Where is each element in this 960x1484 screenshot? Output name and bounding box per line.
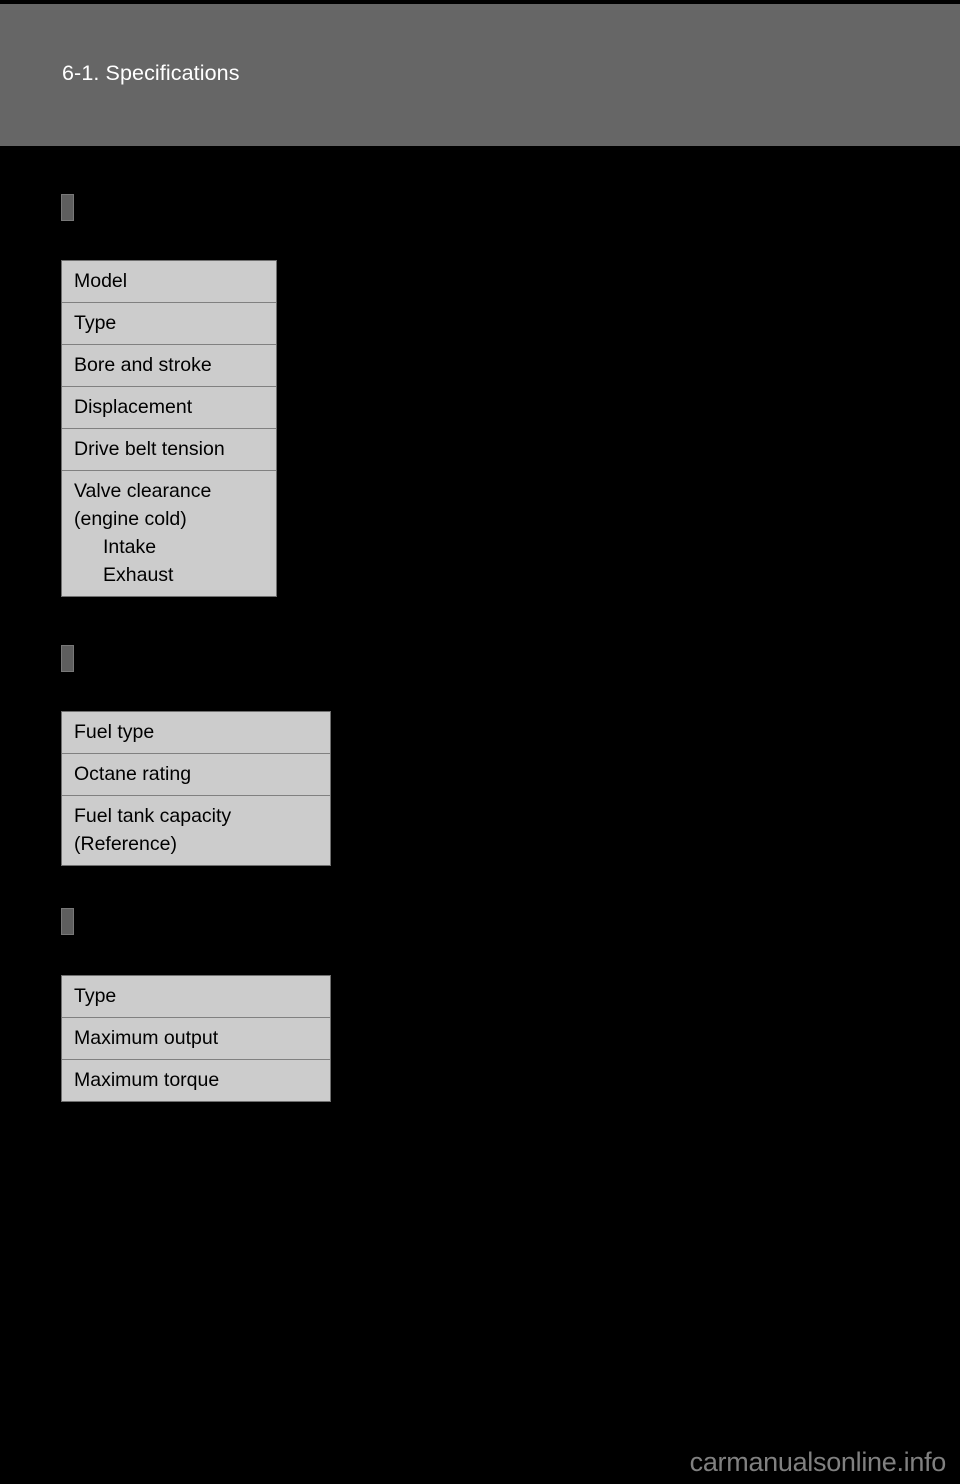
spec-row: Displacement (62, 387, 276, 429)
spec-label: Type (74, 985, 117, 1007)
spec-label: Fuel tank capacity (74, 805, 232, 827)
section-marker-fuel (61, 645, 74, 672)
spec-row: Drive belt tension (62, 429, 276, 471)
spec-row: Octane rating (62, 754, 330, 796)
spec-row: Type (62, 303, 276, 345)
section-marker-engine (61, 194, 74, 221)
page-header-band: 6-1. Specifications (0, 4, 960, 146)
spec-sub-label: Intake (103, 536, 157, 558)
section-marker-motor (61, 908, 74, 935)
spec-row: Fuel tank capacity (Reference) (62, 796, 330, 865)
spec-label: (engine cold) (74, 508, 187, 530)
spec-table-motor: Type Maximum output Maximum torque (61, 975, 331, 1102)
spec-label: Maximum torque (74, 1069, 220, 1091)
document-page: 6-1. Specifications Model Type Bore and st… (0, 0, 960, 1484)
page-title: 6-1. Specifications (62, 61, 240, 85)
spec-label: Type (74, 312, 117, 334)
spec-table-fuel: Fuel type Octane rating Fuel tank capacity… (61, 711, 331, 866)
spec-table-engine: Model Type Bore and stroke Displacement Driv… (61, 260, 277, 597)
spec-row: Valve clearance (engine cold) Intake Exhaus… (62, 471, 276, 596)
spec-label: Model (74, 270, 128, 292)
spec-row: Maximum torque (62, 1060, 330, 1101)
spec-row: Maximum output (62, 1018, 330, 1060)
spec-label: (Reference) (74, 833, 177, 855)
spec-label: Octane rating (74, 763, 192, 785)
site-watermark: carmanualsonline.info (689, 1447, 947, 1477)
spec-label: Displacement (74, 396, 193, 418)
spec-row: Fuel type (62, 712, 330, 754)
spec-label: Drive belt tension (74, 438, 225, 460)
spec-label: Maximum output (74, 1027, 219, 1049)
spec-label: Fuel type (74, 721, 155, 743)
spec-label: Valve clearance (74, 480, 212, 502)
spec-row: Model (62, 261, 276, 303)
spec-row: Bore and stroke (62, 345, 276, 387)
spec-sub-label: Exhaust (103, 564, 174, 586)
spec-row: Type (62, 976, 330, 1018)
spec-label: Bore and stroke (74, 354, 212, 376)
